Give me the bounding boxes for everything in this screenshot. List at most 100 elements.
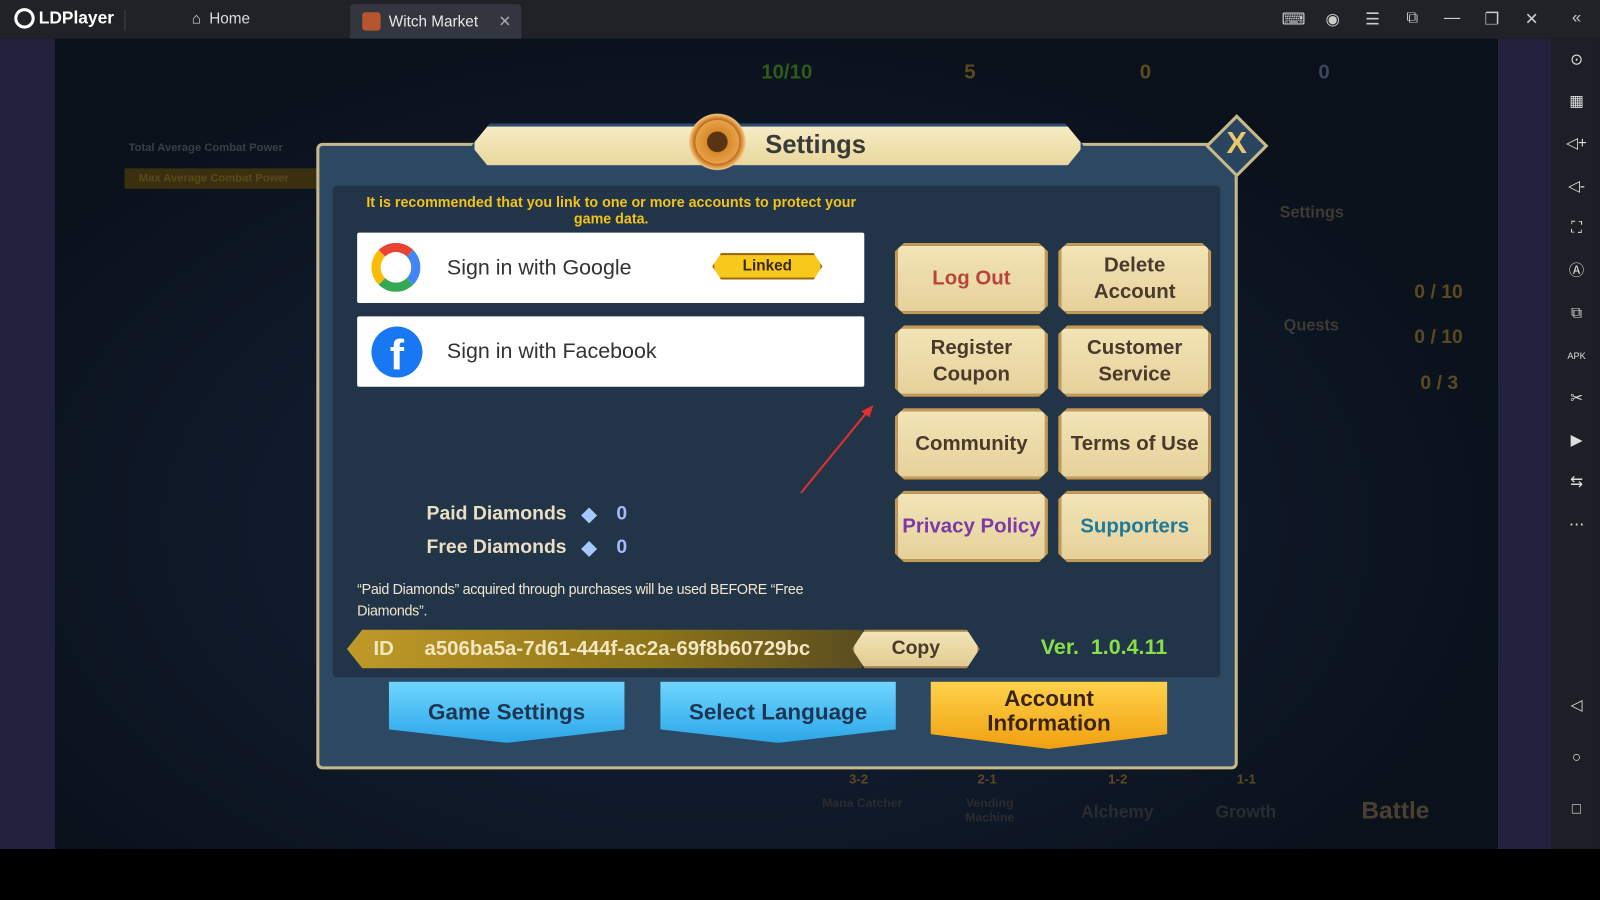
more-icon[interactable]: ⋯ bbox=[1565, 514, 1587, 536]
tab-label: Account Information bbox=[987, 685, 1111, 736]
tab-witch-market[interactable]: Witch Market ✕ bbox=[349, 4, 522, 39]
log-out-button[interactable]: Log Out bbox=[894, 242, 1048, 315]
home-nav-icon[interactable]: ○ bbox=[1565, 747, 1587, 769]
total-combat-power-label: Total Average Combat Power bbox=[128, 141, 283, 155]
customer-service-button[interactable]: Customer Service bbox=[1058, 325, 1212, 397]
ldplayer-logo-icon bbox=[14, 8, 35, 29]
tab-label: Home bbox=[209, 10, 251, 28]
volume-up-icon[interactable]: ◁+ bbox=[1565, 133, 1587, 155]
terms-of-use-button[interactable]: Terms of Use bbox=[1058, 408, 1212, 480]
stage-alchemy: Alchemy bbox=[1081, 802, 1154, 822]
app-name: LDPlayer bbox=[38, 8, 114, 28]
gamepad-icon[interactable]: ⌨ bbox=[1282, 9, 1306, 29]
community-button[interactable]: Community bbox=[894, 408, 1048, 480]
counter: 0 / 10 bbox=[1414, 281, 1463, 304]
tab-home[interactable]: ⌂ Home bbox=[192, 10, 250, 27]
button-label: Supporters bbox=[1080, 515, 1190, 538]
diamonds-note: “Paid Diamonds” acquired through purchas… bbox=[357, 580, 804, 619]
button-label: Terms of Use bbox=[1070, 432, 1199, 456]
version-value: 1.0.4.11 bbox=[1090, 635, 1168, 660]
free-diamonds-label: Free Diamonds bbox=[426, 536, 567, 559]
stage-lock: 1-2 bbox=[1108, 771, 1128, 787]
stage-lock: 1-1 bbox=[1236, 771, 1256, 787]
restore-icon[interactable]: ❐ bbox=[1482, 9, 1502, 29]
right-margin bbox=[1497, 38, 1552, 849]
button-label: Customer Service bbox=[1087, 336, 1183, 386]
multi-instance-icon[interactable]: ⧉ bbox=[1565, 302, 1587, 324]
version-text: Ver. 1.0.4.11 bbox=[1041, 636, 1167, 660]
button-label: Register Coupon bbox=[930, 336, 1013, 386]
copy-id-button[interactable]: Copy bbox=[852, 629, 980, 669]
dialog-title: Settings bbox=[765, 130, 866, 160]
facebook-label: Sign in with Facebook bbox=[446, 339, 657, 363]
button-label: Log Out bbox=[932, 267, 1011, 290]
diamond-icon: ◆ bbox=[581, 537, 597, 560]
keyboard-mapping-icon[interactable]: ⊙ bbox=[1565, 49, 1587, 71]
stage-lock: 2-1 bbox=[977, 771, 997, 787]
tab-label: Select Language bbox=[688, 698, 868, 725]
stage-lock: 3-2 bbox=[848, 771, 869, 787]
close-tab-icon[interactable]: ✕ bbox=[498, 12, 511, 30]
facebook-signin-button[interactable]: f Sign in with Facebook bbox=[357, 316, 865, 387]
register-coupon-button[interactable]: Register Coupon bbox=[894, 325, 1048, 397]
red-arrow-annotation bbox=[800, 405, 874, 494]
counter: 0 / 10 bbox=[1414, 326, 1463, 348]
volume-down-icon[interactable]: ◁- bbox=[1565, 176, 1587, 198]
paid-diamonds-label: Paid Diamonds bbox=[426, 503, 567, 525]
stage-vending-machine: Vending Machine bbox=[965, 795, 1015, 825]
home-icon: ⌂ bbox=[191, 10, 202, 28]
tab-label: Witch Market bbox=[388, 12, 479, 31]
close-icon[interactable]: ✕ bbox=[1521, 9, 1541, 29]
collapse-sidebar-icon[interactable]: « bbox=[1566, 9, 1586, 27]
diamond-icon: ◆ bbox=[581, 504, 597, 526]
privacy-policy-button[interactable]: Privacy Policy bbox=[894, 490, 1048, 563]
link-notice: It is recommended that you link to one o… bbox=[366, 193, 857, 227]
stage-growth: Growth bbox=[1215, 802, 1277, 822]
free-diamonds-row: Free Diamonds ◆ 0 bbox=[426, 536, 628, 559]
fullscreen-icon[interactable]: ⛶ bbox=[1565, 217, 1587, 239]
button-label: Delete Account bbox=[1093, 254, 1176, 304]
battle-button: Battle bbox=[1361, 796, 1430, 825]
resource-count: 0 bbox=[1318, 61, 1330, 84]
user-id-bar: ID a506ba5a-7d61-444f-ac2a-69f8b60729bc bbox=[346, 629, 863, 669]
delete-account-button[interactable]: Delete Account bbox=[1058, 242, 1212, 315]
paid-diamonds-row: Paid Diamonds ◆ 0 bbox=[426, 503, 628, 525]
max-combat-power-label: Max Average Combat Power bbox=[124, 168, 319, 189]
back-icon[interactable]: ◁ bbox=[1565, 695, 1587, 717]
stage-mana-catcher: Mana Catcher bbox=[822, 795, 903, 811]
rotate-icon[interactable]: Ⓐ bbox=[1565, 260, 1587, 282]
keyboard-icon[interactable]: ▦ bbox=[1565, 91, 1587, 113]
gear-icon bbox=[685, 110, 749, 174]
supporters-button[interactable]: Supporters bbox=[1058, 490, 1212, 563]
facebook-icon: f bbox=[371, 326, 423, 378]
id-label: ID bbox=[373, 637, 394, 661]
id-value: a506ba5a-7d61-444f-ac2a-69f8b60729bc bbox=[424, 637, 811, 661]
minimize-icon[interactable]: — bbox=[1442, 9, 1462, 27]
close-x-icon[interactable]: X bbox=[1220, 127, 1253, 162]
menu-icon[interactable]: ☰ bbox=[1362, 9, 1382, 29]
app-logo: LDPlayer bbox=[14, 8, 114, 29]
account-icon[interactable]: ◉ bbox=[1322, 9, 1342, 29]
free-diamonds-value: 0 bbox=[616, 536, 628, 559]
button-label: Community bbox=[915, 432, 1028, 456]
coin-count: 5 bbox=[964, 61, 976, 84]
energy-count: 10/10 bbox=[761, 61, 813, 84]
apk-icon[interactable]: APK bbox=[1565, 345, 1587, 367]
tab-label: Game Settings bbox=[428, 698, 586, 725]
version-label: Ver. bbox=[1040, 635, 1079, 660]
record-icon[interactable]: ▶ bbox=[1565, 430, 1587, 452]
counter: 0 / 3 bbox=[1420, 372, 1459, 394]
divider bbox=[124, 10, 126, 31]
left-margin bbox=[0, 38, 56, 849]
google-signin-button[interactable]: Sign in with Google Linked bbox=[357, 232, 865, 304]
gem-count: 0 bbox=[1139, 61, 1152, 84]
resize-icon[interactable]: ⧉ bbox=[1402, 9, 1422, 27]
button-label: Privacy Policy bbox=[902, 515, 1041, 538]
paid-diamonds-value: 0 bbox=[616, 503, 628, 525]
recents-icon[interactable]: □ bbox=[1565, 798, 1587, 820]
scissors-icon[interactable]: ✂ bbox=[1565, 388, 1587, 410]
app-icon bbox=[362, 12, 381, 31]
google-label: Sign in with Google bbox=[446, 255, 632, 280]
sync-icon[interactable]: ⇆ bbox=[1565, 471, 1587, 493]
menu-settings: Settings bbox=[1279, 204, 1344, 222]
